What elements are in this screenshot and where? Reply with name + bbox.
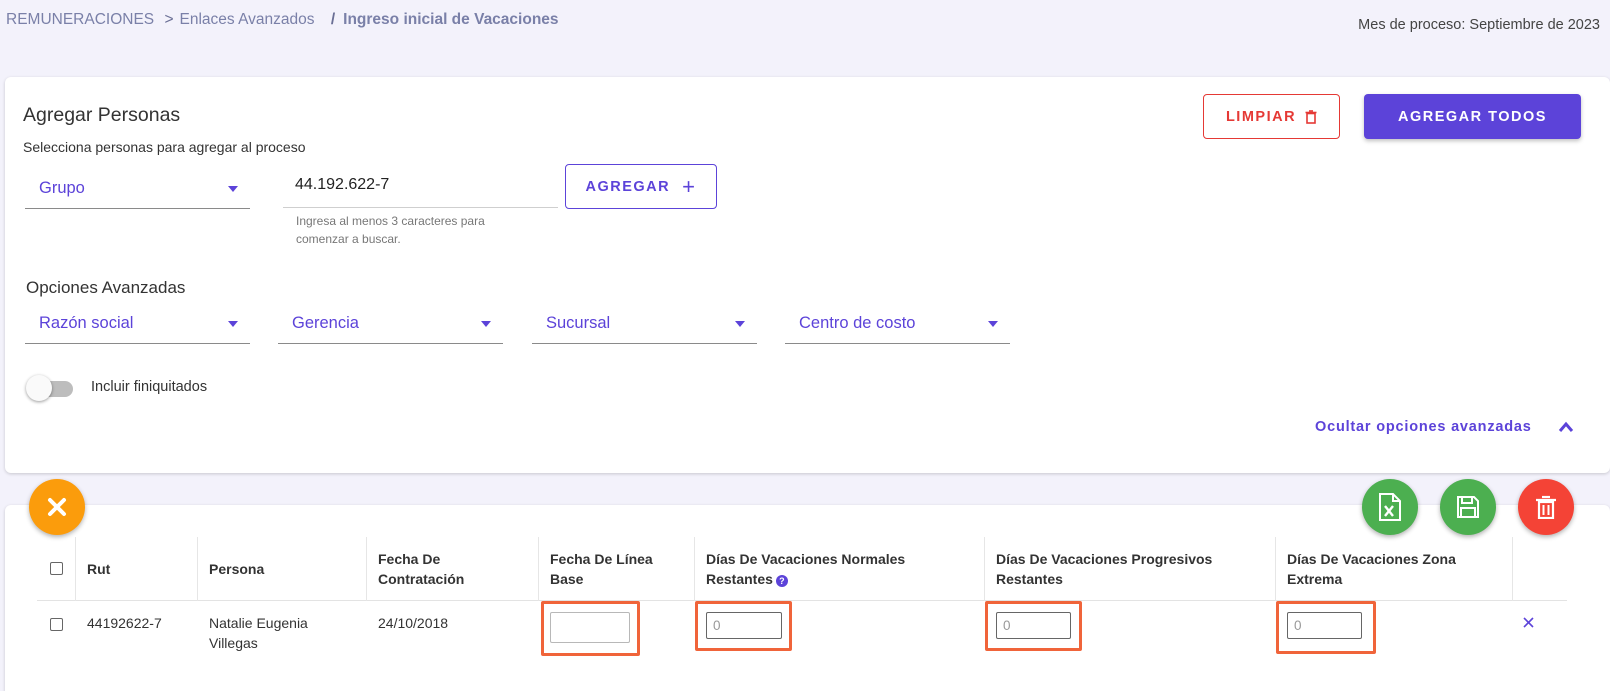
trash-icon [1536,495,1556,519]
process-month: Mes de proceso: Septiembre de 2023 [1358,17,1600,33]
breadcrumb-item-enlaces-avanzados[interactable]: Enlaces Avanzados [180,11,315,28]
caret-down-icon [735,321,745,327]
column-divider [197,537,198,601]
toggle-knob [26,375,52,401]
chevron-up-icon[interactable] [1558,420,1574,434]
floppy-icon [1457,496,1479,518]
breadcrumb: REMUNERACIONES > Enlaces Avanzados / Ingre… [6,11,559,29]
column-header-rut[interactable]: Rut [87,559,110,579]
plus-icon: + [682,173,697,199]
centro-costo-select[interactable]: Centro de costo [785,300,1010,344]
select-all-checkbox[interactable] [50,562,63,575]
row-checkbox[interactable] [50,618,63,631]
column-divider [75,537,76,601]
close-icon [48,498,66,516]
trash-icon [1305,109,1317,124]
centro-costo-select-value: Centro de costo [799,314,916,332]
add-all-button[interactable]: AGREGAR TODOS [1364,94,1581,139]
include-terminated-label: Incluir finiquitados [91,379,208,395]
column-header-normales[interactable]: Días De Vacaciones Normales Restantes? [706,549,946,589]
gerencia-select[interactable]: Gerencia [278,300,503,344]
breadcrumb-item-remuneraciones[interactable]: REMUNERACIONES [6,11,154,28]
excel-icon [1379,493,1401,521]
caret-down-icon [228,186,238,192]
group-select[interactable]: Grupo [25,165,250,209]
column-divider [1275,537,1276,601]
export-excel-button[interactable] [1362,479,1418,535]
remove-row-button[interactable] [1523,613,1534,633]
top-bar: REMUNERACIONES > Enlaces Avanzados / Ingre… [0,0,1610,50]
add-button-label: AGREGAR [585,178,671,195]
breadcrumb-separator: > [164,11,174,28]
add-people-card: Agregar Personas Selecciona personas par… [5,77,1610,473]
close-fab-button[interactable] [29,479,85,535]
close-icon [1523,617,1534,628]
column-divider [1512,537,1513,601]
column-divider [984,537,985,601]
razon-social-select[interactable]: Razón social [25,300,250,344]
column-header-zona-extrema[interactable]: Días De Vacaciones Zona Extrema [1287,549,1497,589]
column-header-progresivos[interactable]: Días De Vacaciones Progresivos Restantes [996,549,1231,589]
page-title: Agregar Personas [23,104,181,126]
add-button[interactable]: AGREGAR + [565,164,717,209]
column-header-normales-label: Días De Vacaciones Normales Restantes [706,551,906,587]
zona-extrema-input[interactable] [1287,612,1362,639]
column-header-persona[interactable]: Persona [209,559,264,579]
column-divider [694,537,695,601]
hide-advanced-link[interactable]: Ocultar opciones avanzadas [1315,419,1532,435]
caret-down-icon [228,321,238,327]
delete-button[interactable] [1518,479,1574,535]
column-header-fecha-contratacion[interactable]: Fecha De Contratación [378,549,508,589]
advanced-options-title: Opciones Avanzadas [26,278,186,297]
clear-button-label: LIMPIAR [1225,108,1297,125]
caret-down-icon [988,321,998,327]
page-subtitle: Selecciona personas para agregar al proc… [23,139,306,155]
column-divider [538,537,539,601]
column-divider [366,537,367,601]
search-hint: Ingresa al menos 3 caracteres para comen… [296,214,485,246]
sucursal-select[interactable]: Sucursal [532,300,757,344]
cell-fecha-contratacion: 24/10/2018 [378,615,449,631]
breadcrumb-separator: / [330,11,336,28]
cell-rut: 44192622-7 [87,615,162,631]
sucursal-select-value: Sucursal [546,314,611,332]
person-search-field[interactable] [283,164,558,208]
cell-persona: Natalie Eugenia Villegas [209,615,308,651]
normales-input[interactable] [706,612,782,639]
help-icon[interactable]: ? [775,575,788,587]
caret-down-icon [481,321,491,327]
person-search-input[interactable] [283,170,558,200]
column-header-fecha-linea-base[interactable]: Fecha De Línea Base [550,549,685,589]
include-terminated-toggle[interactable] [21,374,77,402]
progresivos-input[interactable] [996,612,1071,639]
razon-social-select-value: Razón social [39,314,134,332]
save-button[interactable] [1440,479,1496,535]
gerencia-select-value: Gerencia [292,314,359,332]
breadcrumb-current: Ingreso inicial de Vacaciones [343,11,559,28]
fecha-linea-base-input[interactable] [550,612,630,643]
clear-button[interactable]: LIMPIAR [1203,94,1340,139]
group-select-value: Grupo [39,179,85,197]
